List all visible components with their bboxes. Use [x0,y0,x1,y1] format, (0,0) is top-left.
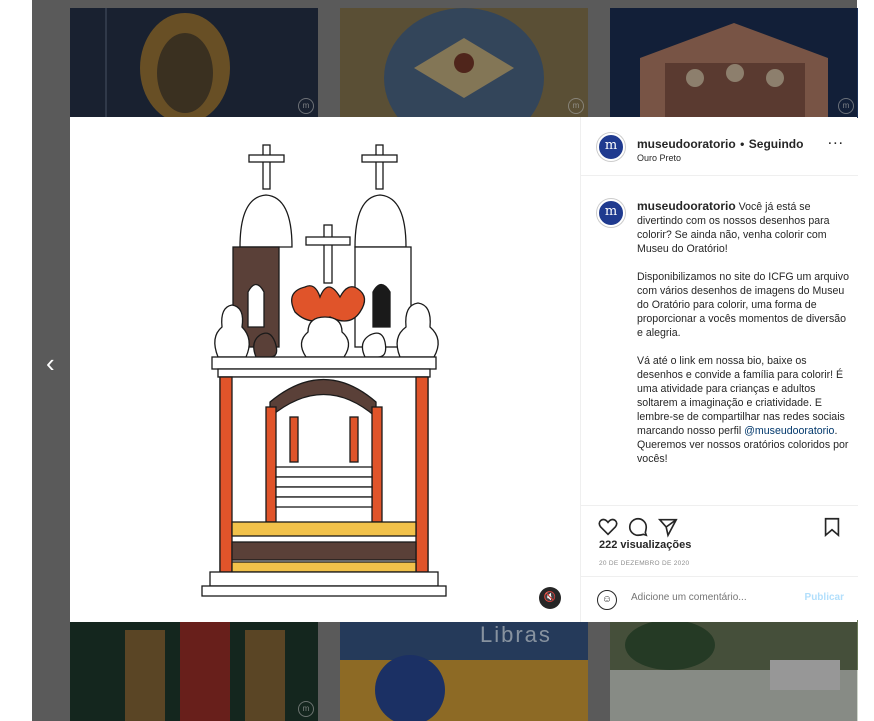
post-actions: 222 visualizações 20 DE DEZEMBRO DE 2020… [581,505,858,623]
mention-link[interactable]: @museudooratorio [744,425,834,437]
heart-icon[interactable] [597,516,619,538]
caption-avatar[interactable]: m [597,199,625,227]
post-sidebar: m museudooratorio • Seguindo Ouro Preto … [580,117,858,623]
comment-input[interactable] [629,591,793,604]
separator: • [740,137,745,151]
more-icon[interactable]: ... [828,131,844,149]
oratory-illustration [201,144,447,597]
caption-paragraph: Disponibilizamos no site do ICFG um arqu… [637,271,849,339]
comment-icon[interactable] [627,516,649,538]
views-count[interactable]: 222 visualizações [599,539,691,551]
avatar[interactable]: m [597,133,625,161]
post-username[interactable]: museudooratorio [637,137,736,151]
comment-bar: ☺ Publicar [581,576,858,624]
post-modal: 🔇 m museudooratorio • Seguindo Ouro Pret… [70,117,858,623]
emoji-icon[interactable]: ☺ [597,590,617,610]
follow-status-button[interactable]: Seguindo [749,137,804,151]
bookmark-icon[interactable] [821,516,843,538]
publish-button[interactable]: Publicar [805,592,844,603]
prev-post-button[interactable]: ‹ [46,350,55,376]
post-header: m museudooratorio • Seguindo Ouro Preto … [581,117,858,176]
post-date: 20 DE DEZEMBRO DE 2020 [599,560,690,567]
next-post-button[interactable]: › [862,350,871,376]
caption-username[interactable]: museudooratorio [637,199,736,213]
post-media[interactable]: 🔇 [70,117,580,622]
post-location[interactable]: Ouro Preto [637,153,803,163]
post-caption: museudooratorio Você já está se divertin… [637,199,849,495]
mute-icon[interactable]: 🔇 [539,587,561,609]
share-icon[interactable] [657,516,679,538]
